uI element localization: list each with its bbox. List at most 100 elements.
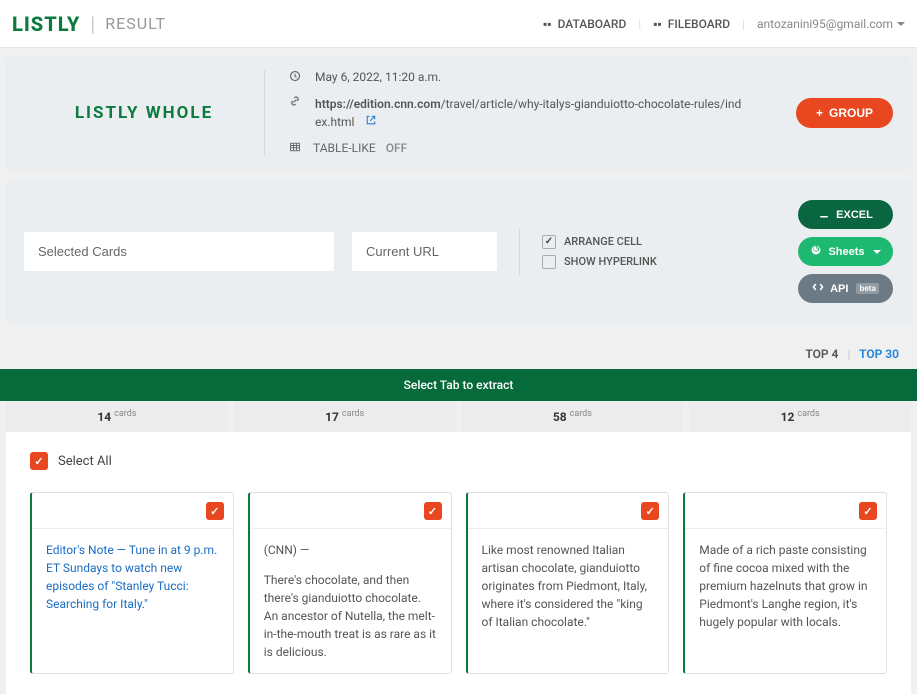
card-item[interactable]: ✓ (CNN) — There's chocolate, and then th… — [248, 492, 452, 674]
code-icon — [812, 281, 824, 296]
card-header: ✓ — [32, 493, 233, 529]
tab-cards-label: cards — [342, 409, 364, 419]
show-hyperlink-label: SHOW HYPERLINK — [564, 255, 657, 268]
external-link-icon[interactable] — [365, 115, 377, 129]
action-buttons: EXCEL Sheets API beta — [798, 200, 893, 303]
tab-cards-label: cards — [797, 409, 819, 419]
card-body: Made of a rich paste consisting of fine … — [685, 529, 886, 643]
tab-count: 12 — [781, 410, 795, 424]
tab-cards-label: cards — [114, 409, 136, 419]
plus-icon: + — [816, 106, 823, 120]
chevron-down-icon — [897, 22, 905, 26]
card-item[interactable]: ✓ Made of a rich paste consisting of fin… — [683, 492, 887, 674]
top-30-link[interactable]: TOP 30 — [859, 347, 899, 361]
card-checkbox[interactable]: ✓ — [424, 502, 442, 520]
checkbox-checked-icon: ✓ — [30, 452, 48, 470]
info-panel: LISTLY WHOLE May 6, 2022, 11:20 a.m. htt… — [6, 56, 911, 170]
beta-badge: beta — [856, 283, 878, 294]
nav-separator: | — [742, 17, 745, 31]
current-url-input[interactable] — [352, 232, 497, 271]
select-all-row[interactable]: ✓ Select All — [30, 452, 887, 470]
nav-separator: | — [638, 17, 641, 31]
tab-58-cards[interactable]: 58cards — [462, 401, 684, 432]
user-menu[interactable]: antozanini95@gmail.com — [757, 17, 905, 31]
sheets-label: Sheets — [828, 246, 864, 258]
tab-row: 14cards 17cards 58cards 12cards — [0, 401, 917, 432]
select-all-label: Select All — [58, 454, 112, 469]
arrange-cell-checkbox[interactable]: ARRANGE CELL — [542, 235, 657, 249]
grid-icon: ▪▪ — [543, 17, 552, 31]
card-header: ✓ — [685, 493, 886, 529]
card-body: (CNN) — There's chocolate, and then ther… — [250, 529, 451, 673]
chevron-down-icon — [873, 250, 881, 254]
api-button[interactable]: API beta — [798, 274, 893, 303]
table-like-row: TABLE-LIKE OFF — [289, 141, 796, 156]
card-checkbox[interactable]: ✓ — [859, 502, 877, 520]
group-button-label: GROUP — [829, 106, 873, 120]
page-section: RESULT — [105, 14, 166, 33]
top-links: TOP 4 | TOP 30 — [0, 333, 917, 369]
header-right: ▪▪ DATABOARD | ▪▪ FILEBOARD | antozanini… — [543, 17, 905, 31]
nav-fileboard-label: FILEBOARD — [668, 17, 730, 31]
excel-label: EXCEL — [836, 209, 873, 221]
tab-count: 17 — [325, 410, 339, 424]
card-item[interactable]: ✓ Editor's Note — Tune in at 9 p.m. ET S… — [30, 492, 234, 674]
url-domain: https://edition.cnn.com — [315, 97, 441, 111]
table-like-value: OFF — [386, 141, 408, 155]
checkbox-icon — [542, 235, 556, 249]
show-hyperlink-checkbox[interactable]: SHOW HYPERLINK — [542, 255, 657, 269]
tab-14-cards[interactable]: 14cards — [6, 401, 228, 432]
table-like-label: TABLE-LIKE — [313, 141, 376, 155]
cards-grid: ✓ Editor's Note — Tune in at 9 p.m. ET S… — [30, 492, 887, 674]
card-text: Like most renowned Italian artisan choco… — [482, 541, 655, 631]
content-area: ✓ Select All ✓ Editor's Note — Tune in a… — [6, 432, 911, 694]
timestamp-row: May 6, 2022, 11:20 a.m. — [289, 70, 796, 85]
tab-count: 58 — [553, 410, 567, 424]
sheets-button[interactable]: Sheets — [798, 237, 893, 266]
logo-block: LISTLY | RESULT — [12, 12, 166, 36]
logo[interactable]: LISTLY — [12, 12, 80, 36]
table-icon — [289, 141, 303, 156]
card-body: Editor's Note — Tune in at 9 p.m. ET Sun… — [32, 529, 233, 625]
nav-databoard-label: DATABOARD — [558, 17, 627, 31]
card-checkbox[interactable]: ✓ — [206, 502, 224, 520]
checkbox-group: ARRANGE CELL SHOW HYPERLINK — [542, 235, 657, 269]
tab-count: 14 — [97, 410, 111, 424]
card-checkbox[interactable]: ✓ — [641, 502, 659, 520]
info-meta: May 6, 2022, 11:20 a.m. https://edition.… — [264, 70, 796, 156]
download-icon — [818, 207, 830, 222]
url-text[interactable]: https://edition.cnn.com/travel/article/w… — [315, 95, 745, 131]
selected-cards-input[interactable] — [24, 232, 334, 271]
listly-whole-label: LISTLY WHOLE — [24, 103, 264, 123]
tab-17-cards[interactable]: 17cards — [234, 401, 456, 432]
clock-icon — [289, 70, 303, 85]
card-text: There's chocolate, and then there's gian… — [264, 571, 437, 661]
arrange-cell-label: ARRANGE CELL — [564, 235, 642, 248]
google-icon — [810, 244, 822, 259]
nav-fileboard[interactable]: ▪▪ FILEBOARD — [653, 17, 730, 31]
control-separator — [519, 229, 520, 275]
grid-icon: ▪▪ — [653, 17, 662, 31]
tab-cards-label: cards — [570, 409, 592, 419]
card-header: ✓ — [468, 493, 669, 529]
card-text: (CNN) — — [264, 541, 437, 559]
controls-panel: ARRANGE CELL SHOW HYPERLINK EXCEL Sheets… — [6, 178, 911, 325]
user-email-label: antozanini95@gmail.com — [757, 17, 893, 31]
tab-12-cards[interactable]: 12cards — [689, 401, 911, 432]
nav-databoard[interactable]: ▪▪ DATABOARD — [543, 17, 626, 31]
card-item[interactable]: ✓ Like most renowned Italian artisan cho… — [466, 492, 670, 674]
timestamp-value: May 6, 2022, 11:20 a.m. — [315, 70, 441, 84]
card-header: ✓ — [250, 493, 451, 529]
top-header: LISTLY | RESULT ▪▪ DATABOARD | ▪▪ FILEBO… — [0, 0, 917, 48]
url-row: https://edition.cnn.com/travel/article/w… — [289, 95, 796, 131]
group-button[interactable]: + GROUP — [796, 98, 893, 128]
excel-button[interactable]: EXCEL — [798, 200, 893, 229]
tab-header: Select Tab to extract — [0, 369, 917, 401]
card-text-link[interactable]: Editor's Note — Tune in at 9 p.m. ET Sun… — [46, 541, 219, 613]
card-text: Made of a rich paste consisting of fine … — [699, 541, 872, 631]
top-4-link[interactable]: TOP 4 — [805, 347, 838, 361]
logo-separator: | — [90, 12, 95, 36]
link-icon — [289, 95, 303, 110]
card-body: Like most renowned Italian artisan choco… — [468, 529, 669, 643]
api-label: API — [830, 283, 848, 295]
